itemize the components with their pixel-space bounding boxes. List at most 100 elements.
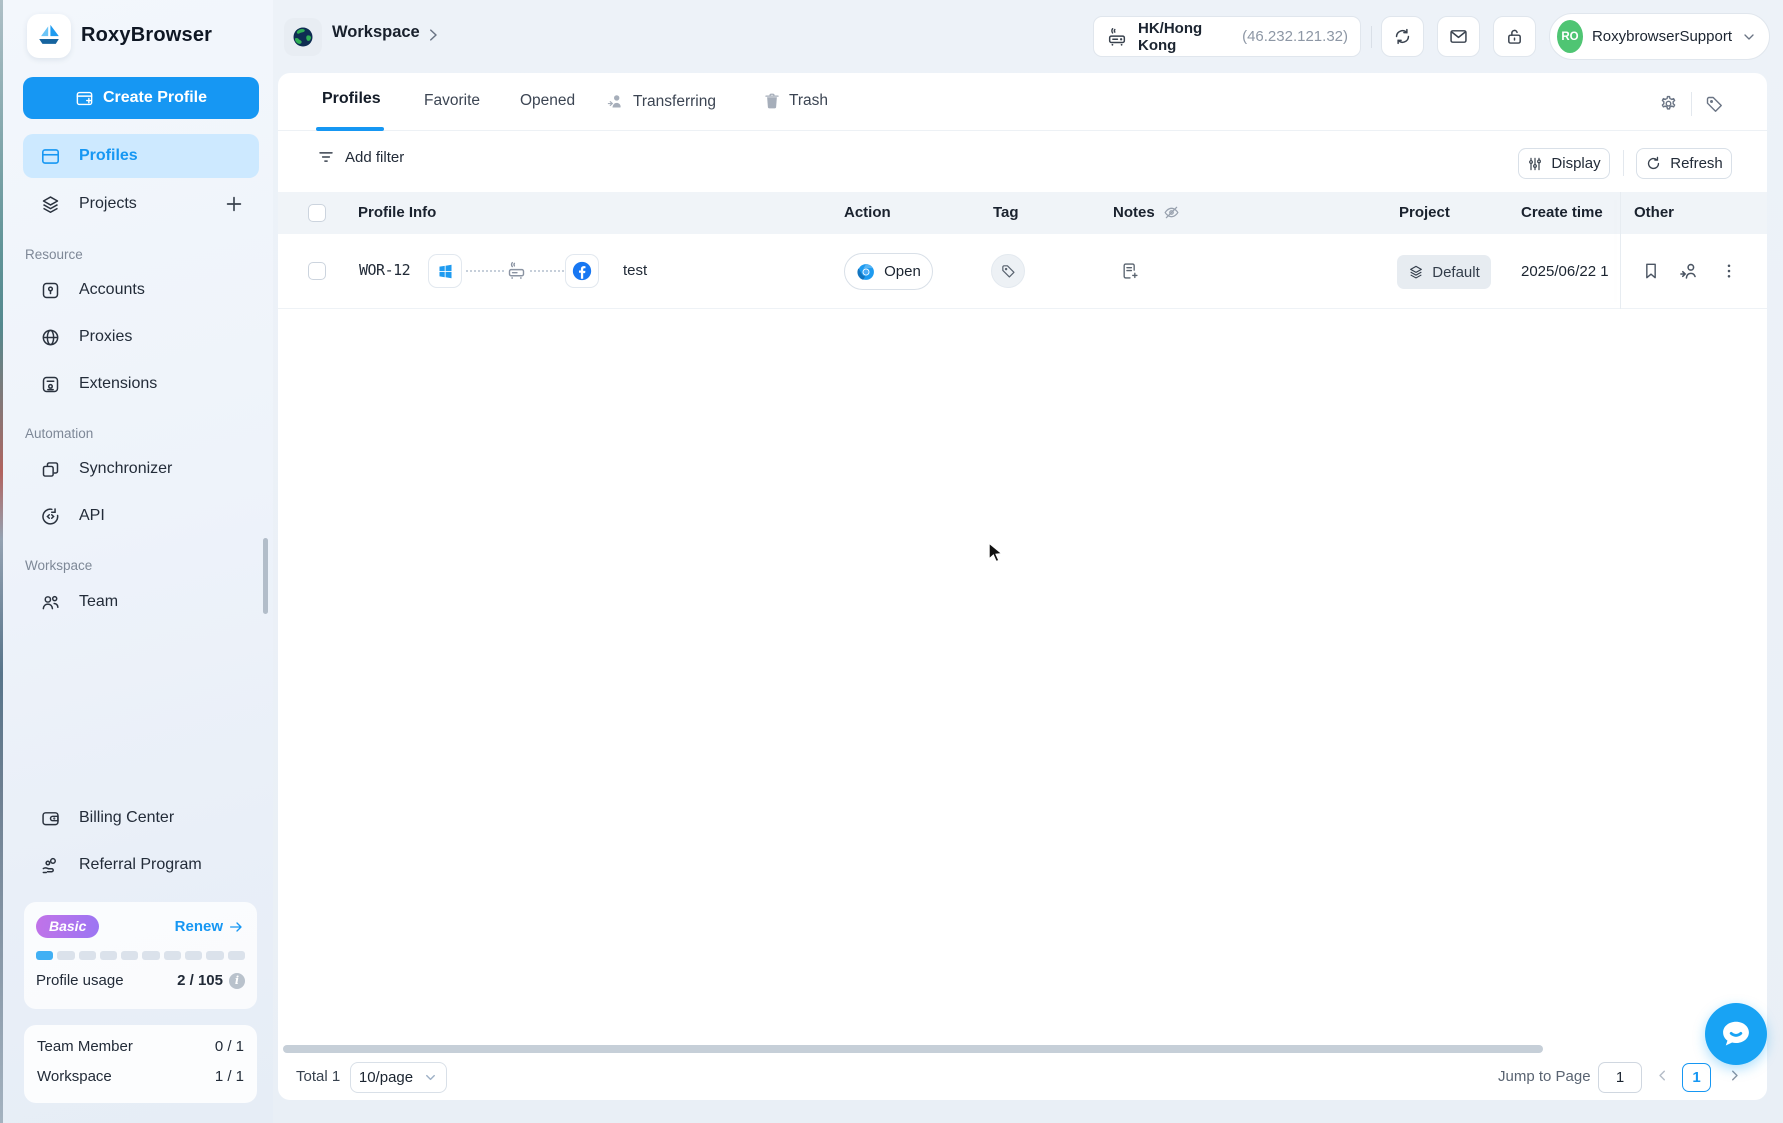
page-1-button[interactable]: 1 [1682, 1063, 1711, 1092]
add-filter-button[interactable]: Add filter [317, 148, 404, 166]
tag-chip-button[interactable] [991, 254, 1025, 288]
notes-visibility-icon[interactable] [1162, 203, 1181, 222]
refresh-button[interactable]: Refresh [1636, 148, 1732, 179]
add-note-icon[interactable] [1120, 261, 1140, 281]
renew-link[interactable]: Renew [175, 918, 244, 935]
team-member-label: Team Member [37, 1038, 133, 1055]
tabs-row: Profiles Favorite Opened Transferring Tr… [278, 73, 1767, 131]
sidebar-item-synchronizer[interactable]: Synchronizer [23, 447, 259, 491]
sidebar-item-label: Profiles [79, 147, 138, 165]
row-proxy-icon [506, 260, 527, 281]
transfer-user-icon [606, 92, 625, 111]
team-icon [40, 592, 61, 613]
row-more-icon[interactable] [1720, 262, 1738, 280]
bookmark-icon[interactable] [1641, 261, 1661, 281]
sailboat-icon [35, 22, 63, 50]
lock-icon [1504, 26, 1525, 47]
tab-label: Profiles [322, 90, 381, 108]
sidebar-item-extensions[interactable]: Extensions [23, 362, 259, 406]
prev-page-icon[interactable] [1654, 1067, 1671, 1084]
workspace-quota-value: 1 / 1 [215, 1068, 244, 1085]
col-notes: Notes [1113, 204, 1155, 221]
sidebar-item-team[interactable]: Team [23, 580, 259, 624]
globe-icon [40, 327, 61, 348]
sidebar: RoxyBrowser Create Profile Profiles Proj… [3, 0, 273, 1123]
profile-name: test [623, 262, 647, 279]
sidebar-item-referral-program[interactable]: Referral Program [23, 843, 259, 887]
sync-icon [1392, 26, 1413, 47]
brand-name: RoxyBrowser [81, 24, 212, 47]
sidebar-item-label: Synchronizer [79, 460, 172, 478]
team-member-value: 0 / 1 [215, 1038, 244, 1055]
sidebar-item-label: API [79, 507, 105, 525]
sidebar-item-billing-center[interactable]: Billing Center [23, 796, 259, 840]
tab-opened[interactable]: Opened [520, 92, 575, 110]
wallet-icon [40, 808, 61, 829]
jump-to-page-input[interactable] [1598, 1062, 1642, 1093]
table-row: WOR-12 test Open Default [278, 234, 1767, 309]
tab-label: Favorite [424, 92, 480, 110]
next-page-icon[interactable] [1726, 1067, 1743, 1084]
plan-card: Basic Renew Profile usage 2 / 105 i [24, 902, 257, 1009]
project-default-button[interactable]: Default [1397, 255, 1491, 289]
proxy-ip: (46.232.121.32) [1242, 28, 1348, 45]
sync-proxy-button[interactable] [1381, 16, 1424, 57]
col-create-time: Create time [1521, 204, 1603, 221]
open-profile-button[interactable]: Open [844, 253, 933, 290]
tab-favorite[interactable]: Favorite [424, 92, 480, 110]
add-project-icon[interactable] [223, 193, 245, 215]
display-button[interactable]: Display [1518, 148, 1610, 179]
sidebar-item-profiles[interactable]: Profiles [23, 134, 259, 178]
sidebar-item-accounts[interactable]: Accounts [23, 268, 259, 312]
user-menu[interactable]: RO RoxybrowserSupport [1549, 13, 1770, 60]
sidebar-item-proxies[interactable]: Proxies [23, 315, 259, 359]
horizontal-scrollbar[interactable] [283, 1045, 1543, 1053]
sidebar-item-projects[interactable]: Projects [23, 182, 259, 226]
info-icon[interactable]: i [229, 973, 245, 989]
settings-gear-icon[interactable] [1658, 94, 1679, 115]
sticky-column-divider [1620, 192, 1621, 309]
layers-icon [1408, 264, 1424, 280]
profile-usage-label: Profile usage [36, 972, 124, 989]
extensions-icon [40, 374, 61, 395]
sidebar-scrollbar[interactable] [263, 538, 268, 614]
tab-trash[interactable]: Trash [763, 92, 828, 110]
create-profile-label: Create Profile [103, 89, 207, 107]
messages-button[interactable] [1437, 16, 1480, 57]
workspace-selector-icon-box[interactable] [284, 18, 322, 56]
col-project: Project [1399, 204, 1450, 221]
profile-usage-value: 2 / 105 [177, 972, 223, 989]
workspace-selector-label[interactable]: Workspace [332, 23, 420, 42]
sidebar-item-api[interactable]: API [23, 494, 259, 538]
col-tag: Tag [993, 204, 1019, 221]
progress-segment [36, 951, 53, 960]
user-name: RoxybrowserSupport [1592, 28, 1732, 45]
earth-icon [291, 25, 315, 49]
page-size-value: 10/page [359, 1069, 413, 1086]
tab-profiles[interactable]: Profiles [322, 90, 381, 108]
proxy-location-chip[interactable]: HK/Hong Kong (46.232.121.32) [1093, 16, 1361, 57]
tab-label: Opened [520, 92, 575, 110]
sidebar-item-label: Billing Center [79, 809, 174, 827]
support-chat-button[interactable] [1705, 1003, 1767, 1065]
lock-button[interactable] [1493, 16, 1536, 57]
chevron-down-icon [423, 1070, 438, 1085]
user-avatar: RO [1557, 20, 1583, 53]
sidebar-item-label: Extensions [79, 375, 157, 393]
table-header: Profile Info Action Tag Notes Project Cr… [278, 192, 1767, 234]
transfer-profile-icon[interactable] [1678, 260, 1700, 282]
page-size-select[interactable]: 10/page [350, 1062, 447, 1093]
open-label: Open [884, 263, 921, 280]
col-other: Other [1634, 204, 1674, 221]
tag-manager-icon[interactable] [1704, 94, 1725, 115]
icons-divider [1691, 92, 1692, 116]
topbar-divider [1371, 26, 1372, 48]
workspace-quota-label: Workspace [37, 1068, 112, 1085]
tab-transferring[interactable]: Transferring [606, 92, 716, 111]
row-checkbox[interactable] [308, 262, 326, 280]
create-profile-button[interactable]: Create Profile [23, 77, 259, 119]
chevron-down-icon [1741, 29, 1757, 45]
select-all-checkbox[interactable] [308, 204, 326, 222]
display-label: Display [1551, 155, 1600, 172]
main-panel: Profiles Favorite Opened Transferring Tr… [278, 73, 1767, 1100]
